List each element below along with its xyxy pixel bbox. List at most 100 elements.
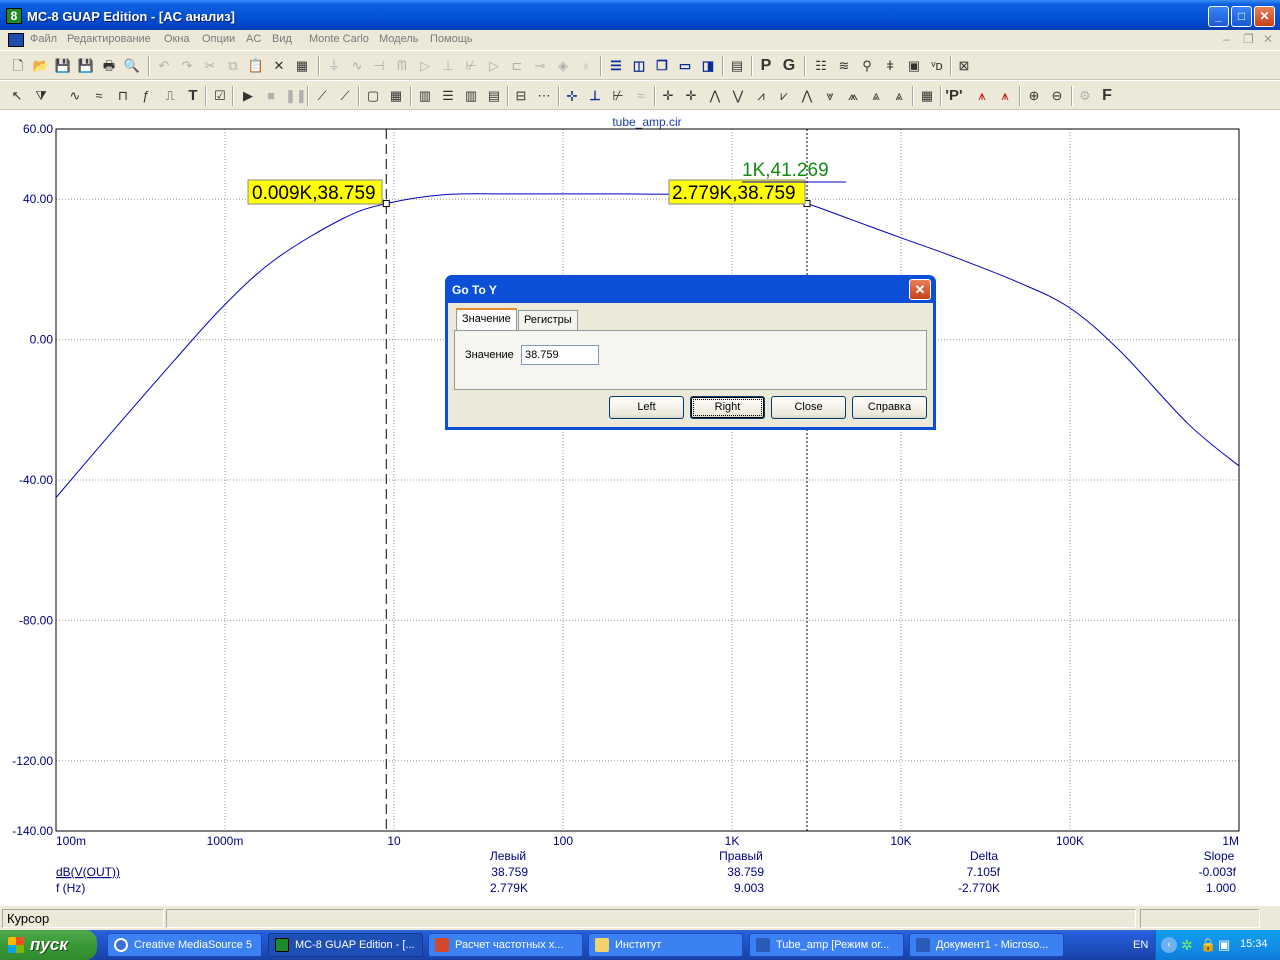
menu-edit[interactable]: Редактирование [67, 33, 151, 45]
junction-icon[interactable]: ◈ [554, 58, 572, 74]
tokens-icon[interactable]: ⋯ [535, 88, 553, 104]
right-button[interactable]: Right [690, 396, 765, 419]
low-icon[interactable]: ⩗ [775, 88, 793, 104]
source-icon[interactable]: ⊏ [508, 58, 526, 74]
task-document1[interactable]: Документ1 - Microso... [909, 933, 1064, 957]
wave-icon[interactable]: ≋ [835, 58, 853, 74]
readout-row-db-name[interactable]: dB(V(OUT)) [56, 865, 120, 879]
document-icon[interactable] [8, 33, 24, 47]
copy-icon[interactable]: ⧉ [224, 58, 242, 74]
bottom-icon[interactable]: ⩓ [890, 88, 908, 104]
dialog-close-button[interactable]: ✕ [909, 279, 931, 300]
mdi-minimize-icon[interactable]: – [1223, 32, 1230, 46]
diode-icon[interactable]: ▷ [416, 58, 434, 74]
paste-icon[interactable]: 📋 [247, 58, 265, 74]
menu-windows[interactable]: Окна [164, 33, 190, 45]
close-button[interactable]: Close [771, 396, 846, 419]
tab-registers[interactable]: Регистры [518, 310, 578, 330]
pause-icon[interactable]: ❚❚ [285, 88, 307, 104]
zoom-out-icon[interactable]: ⊖ [1048, 88, 1066, 104]
plot-area[interactable]: tube_amp.cir 60.00 40.00 0.00 -40.00 -80.00 -… [0, 110, 1280, 905]
transistor-icon[interactable]: ⊬ [462, 58, 480, 74]
peak-icon[interactable]: ⋀ [706, 88, 724, 104]
f-button[interactable]: F [1098, 88, 1116, 104]
ground-icon[interactable]: ⏚ [325, 58, 343, 74]
redo-icon[interactable]: ↷ [178, 58, 196, 74]
mdi-restore-icon[interactable]: ❐ [1243, 32, 1254, 46]
animate-icon[interactable]: ⚙ [1076, 88, 1094, 104]
left-button[interactable]: Left [609, 396, 684, 419]
left-cursor-icon[interactable]: ✛ [659, 88, 677, 104]
table-icon[interactable]: ▤ [485, 88, 503, 104]
task-creative-mediasource[interactable]: Creative MediaSource 5 [107, 933, 262, 957]
text-tool-button[interactable]: T [184, 88, 202, 104]
grid-icon[interactable]: ▦ [387, 88, 405, 104]
capacitor-icon[interactable]: ⊣ [370, 58, 388, 74]
cursor-slope-icon[interactable]: ⊬ [609, 88, 627, 104]
menu-ac[interactable]: AC [246, 33, 261, 45]
cursor-mode-icon[interactable]: ⊹ [563, 88, 581, 104]
top-icon[interactable]: ⩓ [867, 88, 885, 104]
resistor-icon[interactable]: ∿ [348, 58, 366, 74]
maximize-button[interactable]: □ [1231, 6, 1252, 27]
function-icon[interactable]: ƒ [137, 88, 155, 104]
ac-analysis-plot[interactable]: tube_amp.cir 60.00 40.00 0.00 -40.00 -80.00 -… [0, 110, 1280, 905]
curve-icon[interactable]: ∿ [66, 88, 84, 104]
step-icon[interactable]: ⎍ [161, 88, 179, 104]
global-high-icon[interactable]: ⩔ [821, 88, 839, 104]
bracket-icon[interactable]: ⊓ [114, 88, 132, 104]
inflection-icon[interactable]: ⋀ [798, 88, 816, 104]
numeric-output-icon[interactable]: ▦ [918, 88, 936, 104]
wave-tool-icon[interactable]: ≈ [90, 88, 108, 104]
undo-icon[interactable]: ↶ [155, 58, 173, 74]
start-button[interactable]: пуск [0, 930, 97, 960]
select-all-icon[interactable]: ▦ [293, 58, 311, 74]
cascade-icon[interactable]: ❐ [653, 58, 671, 74]
columns-icon[interactable]: ▥ [462, 88, 480, 104]
menu-file[interactable]: Файл [30, 33, 57, 45]
zoom-in-icon[interactable]: ⊕ [1025, 88, 1043, 104]
list-icon[interactable]: ☷ [812, 58, 830, 74]
go-to-x-icon[interactable]: ⩚ [973, 88, 991, 104]
opamp-icon[interactable]: ▷ [485, 58, 503, 74]
save-all-icon[interactable]: 💾 [77, 58, 95, 74]
minimize-button[interactable]: _ [1208, 6, 1229, 27]
print-preview-icon[interactable]: 🔍 [123, 58, 141, 74]
delete-icon[interactable]: ✕ [270, 58, 288, 74]
properties-icon[interactable]: ☑ [211, 88, 229, 104]
tab-value[interactable]: Значение [456, 308, 517, 330]
stop-icon[interactable]: ■ [262, 88, 280, 104]
p-button[interactable]: P [757, 58, 775, 74]
print-icon[interactable]: 🖶 [100, 58, 118, 74]
menu-options[interactable]: Опции [202, 33, 235, 45]
tray-display-icon[interactable]: ▣ [1218, 937, 1230, 953]
open-file-icon[interactable]: 📂 [32, 58, 50, 74]
go-to-y-icon[interactable]: ⩚ [996, 88, 1014, 104]
new-file-icon[interactable]: 🗋 [9, 58, 27, 74]
language-indicator[interactable]: EN [1133, 939, 1148, 951]
data-points-icon[interactable]: ⟋ [336, 88, 354, 104]
p-prime-button[interactable]: 'P' [945, 88, 963, 104]
probe-icon[interactable]: ⚲ [858, 58, 876, 74]
menu-view[interactable]: Вид [272, 33, 292, 45]
task-calc-freq[interactable]: Расчет частотных х... [428, 933, 583, 957]
close-window-button[interactable]: ✕ [1254, 6, 1275, 27]
task-institute[interactable]: Институт [588, 933, 743, 957]
pin-icon[interactable]: ǂ [881, 58, 899, 74]
run-icon[interactable]: ▶ [239, 88, 257, 104]
select-arrow-icon[interactable]: ↖ [8, 88, 26, 104]
menu-model[interactable]: Модель [379, 33, 418, 45]
help-button[interactable]: Справка [852, 396, 927, 419]
frame-icon[interactable]: ▢ [364, 88, 382, 104]
baseline-icon[interactable]: ⊟ [512, 88, 530, 104]
minor-grid-icon[interactable]: ▥ [416, 88, 434, 104]
dialog-title[interactable]: Go To Y [445, 275, 936, 303]
cursor-low-icon[interactable]: ⊥ [586, 88, 604, 104]
tray-expand-icon[interactable]: ‹ [1161, 937, 1177, 953]
task-tube-amp[interactable]: Tube_amp [Режим ог... [749, 933, 904, 957]
inductor-icon[interactable]: ᗰ [393, 58, 411, 74]
horizontal-grid-icon[interactable]: ☰ [439, 88, 457, 104]
split-window-icon[interactable]: ◨ [699, 58, 717, 74]
cursor-wave-icon[interactable]: ≈ [632, 88, 650, 104]
cut-icon[interactable]: ✂ [201, 58, 219, 74]
